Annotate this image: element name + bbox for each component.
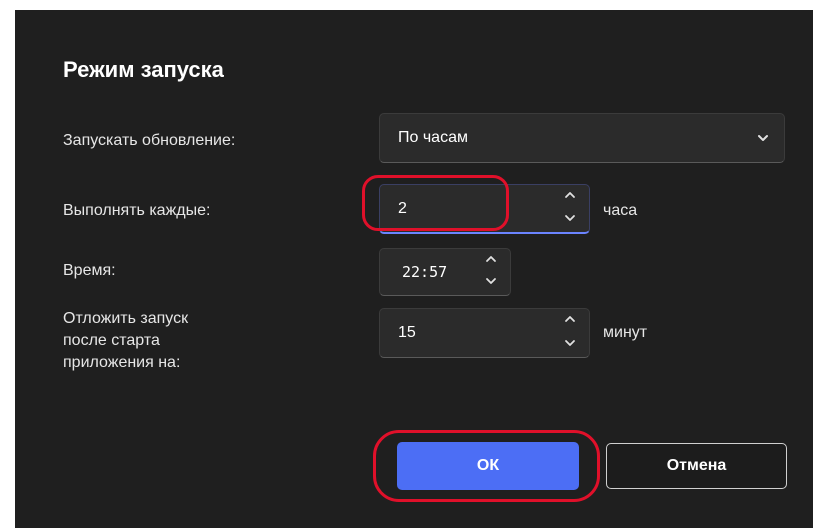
chevron-down-icon[interactable] (561, 211, 579, 229)
chevron-up-icon[interactable] (561, 312, 579, 330)
chevron-down-icon[interactable] (561, 336, 579, 354)
launch-mode-dialog: Режим запуска Запускать обновление: По ч… (15, 10, 813, 528)
delay-start-label-line: после старта (63, 332, 160, 349)
time-picker[interactable]: 22:57 (379, 248, 511, 296)
chevron-down-icon[interactable] (482, 274, 500, 292)
time-spinner (482, 252, 500, 292)
delay-start-label: Отложить запуск после старта приложения … (63, 308, 188, 374)
chevron-down-icon (758, 135, 768, 141)
run-every-value: 2 (398, 199, 407, 217)
delay-start-unit: минут (603, 324, 648, 341)
launch-update-label: Запускать обновление: (63, 132, 236, 149)
run-every-unit: часа (603, 202, 638, 219)
delay-start-label-line: приложения на: (63, 354, 181, 371)
cancel-button[interactable]: Отмена (606, 443, 787, 489)
ok-button[interactable]: ОК (397, 442, 579, 490)
delay-start-number-input[interactable]: 15 (379, 308, 590, 358)
time-value: 22:57 (402, 263, 448, 281)
launch-update-select[interactable]: По часам (379, 113, 785, 163)
chevron-up-icon[interactable] (561, 188, 579, 206)
delay-start-spinner (561, 312, 579, 354)
delay-start-value: 15 (398, 324, 416, 341)
chevron-up-icon[interactable] (482, 252, 500, 270)
delay-start-label-line: Отложить запуск (63, 310, 189, 327)
dialog-title: Режим запуска (63, 57, 224, 82)
run-every-label: Выполнять каждые: (63, 202, 211, 219)
launch-update-selected-value: По часам (398, 129, 468, 146)
time-label: Время: (63, 262, 116, 279)
run-every-number-input[interactable]: 2 (379, 184, 590, 234)
run-every-spinner (561, 188, 579, 229)
